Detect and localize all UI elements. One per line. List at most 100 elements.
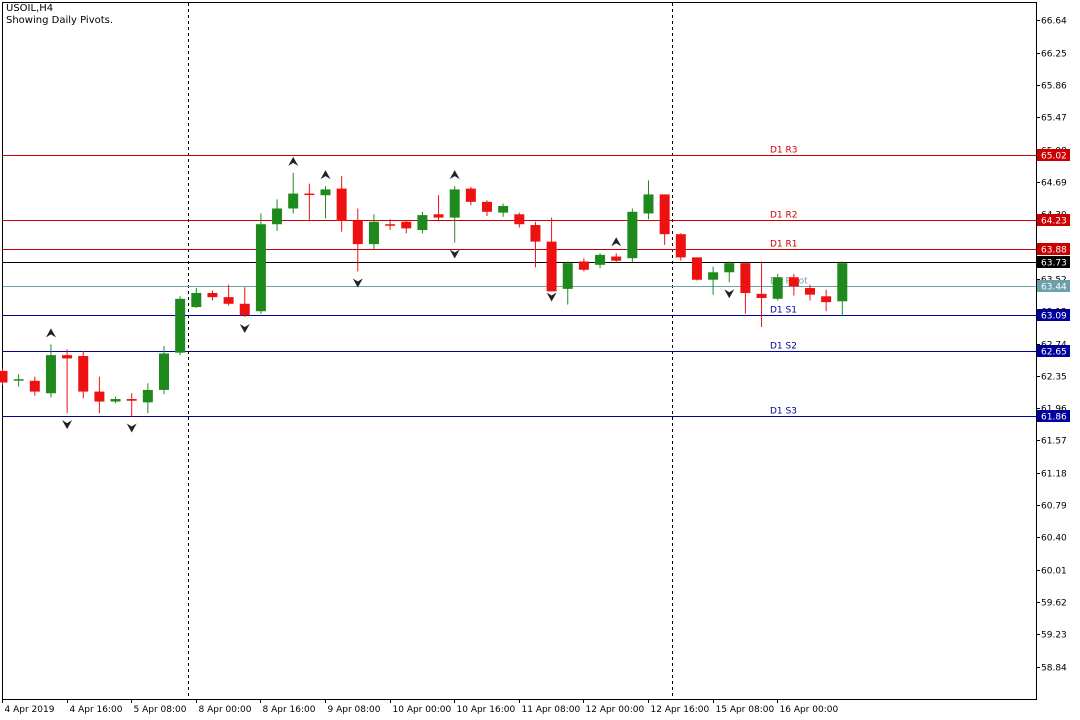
candle[interactable]	[288, 172, 299, 214]
x-tick-label: 8 Apr 16:00	[263, 705, 316, 715]
candle-body	[62, 355, 73, 359]
candle-body	[788, 277, 799, 287]
candle-body	[724, 263, 735, 273]
y-tick-label: 60.79	[1041, 502, 1067, 512]
candle[interactable]	[94, 376, 105, 414]
candle[interactable]	[530, 221, 541, 268]
candle[interactable]	[401, 220, 412, 234]
y-tick-label: 64.69	[1041, 179, 1067, 189]
pivot-s1-badge-label: 63.09	[1041, 312, 1067, 322]
candle-body	[821, 296, 832, 303]
candle[interactable]	[562, 261, 573, 305]
fractal-down-arrow-icon	[62, 420, 73, 430]
symbol-timeframe: USOIL,H4	[6, 3, 54, 14]
candle[interactable]	[595, 253, 606, 269]
candle-body	[627, 211, 638, 259]
candle[interactable]	[255, 213, 266, 314]
candle[interactable]	[449, 186, 460, 243]
candle[interactable]	[805, 284, 815, 301]
candle[interactable]	[239, 287, 250, 318]
candle-body	[740, 263, 751, 293]
candle[interactable]	[724, 261, 735, 283]
candle[interactable]	[837, 261, 848, 317]
candle[interactable]	[740, 263, 751, 314]
candle[interactable]	[272, 199, 283, 231]
candle[interactable]	[627, 208, 638, 263]
candle-body	[837, 263, 848, 302]
candle[interactable]	[320, 186, 331, 219]
candle[interactable]	[0, 368, 8, 385]
candle[interactable]	[191, 288, 202, 308]
current-price-badge-label: 63.73	[1041, 259, 1067, 269]
fractal-up-arrow-icon	[611, 237, 622, 247]
pivot-label-s2: D1 S2	[770, 342, 797, 352]
candle[interactable]	[142, 383, 153, 414]
x-tick-label: 4 Apr 16:00	[70, 705, 123, 715]
candle[interactable]	[659, 194, 670, 245]
x-tick-label: 5 Apr 08:00	[134, 705, 187, 715]
candle[interactable]	[482, 200, 492, 216]
candle[interactable]	[514, 212, 525, 228]
candle[interactable]	[126, 393, 137, 417]
candle[interactable]	[643, 180, 654, 220]
candle-body	[352, 220, 363, 245]
candle[interactable]	[578, 258, 589, 272]
fractal-down-arrow-icon	[724, 289, 735, 299]
candle[interactable]	[78, 351, 89, 399]
candle-body	[110, 399, 121, 402]
fractal-up-arrow-icon	[45, 328, 56, 338]
candle[interactable]	[675, 233, 686, 261]
candle[interactable]	[175, 296, 186, 356]
candle[interactable]	[708, 266, 719, 295]
pivot-s2-badge-label: 62.65	[1041, 348, 1067, 358]
candle-body	[191, 293, 202, 308]
pivot-label-r2: D1 R2	[770, 211, 798, 221]
x-tick-label: 10 Apr 16:00	[457, 705, 516, 715]
candle[interactable]	[13, 374, 24, 387]
x-tick-label: 15 Apr 08:00	[716, 705, 775, 715]
candle[interactable]	[29, 376, 40, 396]
candle[interactable]	[465, 186, 476, 206]
candle[interactable]	[110, 396, 121, 404]
pivot-p-badge-label: 63.44	[1041, 283, 1067, 293]
candle-body	[482, 201, 492, 212]
candle[interactable]	[207, 290, 218, 301]
y-tick-label: 66.64	[1041, 17, 1067, 27]
candle-body	[45, 355, 56, 394]
candle-body	[304, 193, 315, 196]
candle[interactable]	[417, 211, 428, 234]
candle[interactable]	[691, 257, 702, 281]
x-tick-label: 12 Apr 16:00	[651, 705, 710, 715]
candle-body	[546, 241, 557, 292]
pivot-s3-badge-label: 61.86	[1041, 413, 1067, 423]
candle-body	[368, 221, 379, 245]
pivot-r2-badge-label: 64.23	[1041, 217, 1067, 227]
y-tick-label: 65.47	[1041, 114, 1067, 124]
candle[interactable]	[223, 284, 234, 306]
candle[interactable]	[159, 346, 169, 395]
price-chart[interactable]: D1 R3D1 R2D1 R1D1 PivotD1 S1D1 S2D1 S3 6…	[0, 0, 1080, 720]
candle[interactable]	[821, 289, 832, 312]
candle-body	[142, 389, 153, 403]
candle[interactable]	[62, 349, 73, 414]
candle[interactable]	[756, 261, 767, 327]
fractal-down-arrow-icon	[126, 423, 137, 433]
y-tick-label: 65.86	[1041, 82, 1067, 92]
candle[interactable]	[45, 344, 56, 398]
candles[interactable]	[0, 172, 848, 417]
candle[interactable]	[498, 203, 509, 217]
candle-body	[272, 208, 283, 225]
x-tick-label: 8 Apr 00:00	[199, 705, 252, 715]
candle[interactable]	[772, 273, 783, 301]
candle[interactable]	[368, 214, 379, 250]
candle[interactable]	[336, 176, 347, 232]
candle[interactable]	[304, 183, 315, 221]
pivot-label-r1: D1 R1	[770, 240, 798, 250]
time-axis[interactable]: 4 Apr 2019 4 Apr 16:00 5 Apr 08:00 8 Apr 00…	[2, 699, 839, 715]
candle[interactable]	[546, 217, 557, 292]
candle-body	[449, 189, 460, 218]
candle[interactable]	[433, 195, 444, 221]
candle[interactable]	[611, 253, 622, 264]
candle-body	[433, 214, 444, 218]
x-tick-label: 16 Apr 00:00	[780, 705, 839, 715]
